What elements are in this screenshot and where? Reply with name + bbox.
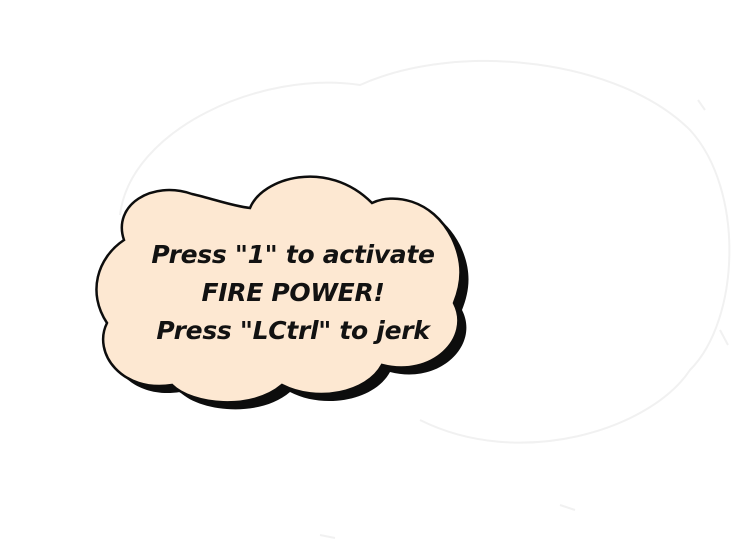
- instruction-fire-power: FIRE POWER!: [201, 278, 385, 307]
- tutorial-message: Press "1" to activate FIRE POWER! Press …: [118, 236, 468, 350]
- instruction-jerk: Press "LCtrl" to jerk: [156, 316, 430, 345]
- instruction-activate: Press "1" to activate: [151, 240, 435, 269]
